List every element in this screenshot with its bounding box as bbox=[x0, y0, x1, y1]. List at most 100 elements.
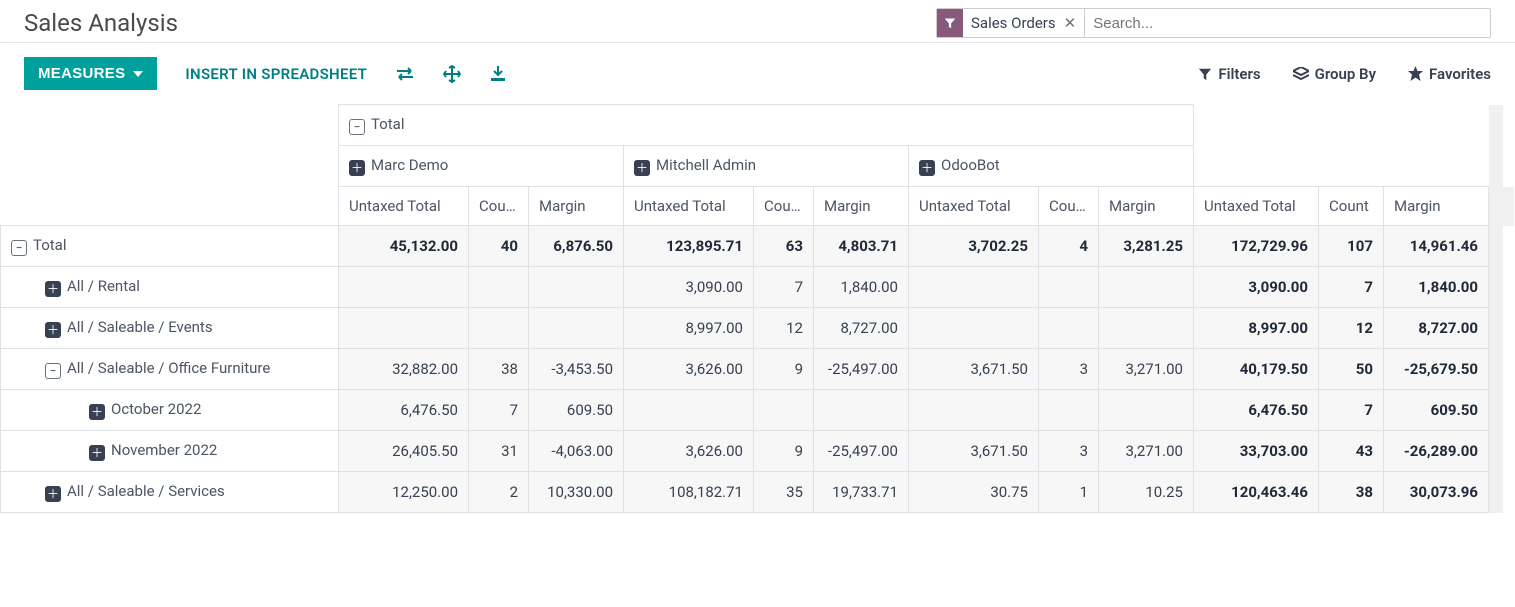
pivot-cell: 12,250.00 bbox=[339, 472, 469, 513]
pivot-cell: 6,876.50 bbox=[529, 226, 624, 267]
pivot-cell bbox=[339, 308, 469, 349]
measure-header[interactable]: Count bbox=[1319, 187, 1384, 226]
pivot-row: ＋October 20226,476.507609.506,476.507609… bbox=[1, 390, 1515, 431]
pivot-cell: 3,271.00 bbox=[1099, 431, 1194, 472]
pivot-cell: -3,453.50 bbox=[529, 349, 624, 390]
pivot-cell: 40,179.50 bbox=[1194, 349, 1319, 390]
pivot-cell: 3,626.00 bbox=[624, 349, 754, 390]
pivot-cell: -25,497.00 bbox=[814, 431, 909, 472]
measures-label: MEASURES bbox=[38, 65, 125, 82]
pivot-cell: 30.75 bbox=[909, 472, 1039, 513]
pivot-cell: 3,090.00 bbox=[624, 267, 754, 308]
pivot-cell: 8,997.00 bbox=[624, 308, 754, 349]
pivot-cell: 108,182.71 bbox=[624, 472, 754, 513]
flip-axis-button[interactable] bbox=[395, 66, 415, 82]
search-input[interactable] bbox=[1085, 9, 1490, 37]
measure-header[interactable]: Untaxed Total bbox=[909, 187, 1039, 226]
pivot-cell bbox=[469, 267, 529, 308]
pivot-cell: 3 bbox=[1039, 349, 1099, 390]
pivot-row: −All / Saleable / Office Furniture32,882… bbox=[1, 349, 1515, 390]
measure-header[interactable]: Margin bbox=[529, 187, 624, 226]
measure-header[interactable]: Untaxed Total bbox=[624, 187, 754, 226]
col-group-header[interactable]: ＋OdooBot bbox=[909, 146, 1194, 187]
col-group-header[interactable]: ＋Marc Demo bbox=[339, 146, 624, 187]
row-header[interactable]: ＋All / Saleable / Services bbox=[1, 472, 339, 513]
pivot-cell bbox=[469, 308, 529, 349]
col-header-total[interactable]: −Total bbox=[339, 105, 1194, 146]
pivot-cell: 6,476.50 bbox=[339, 390, 469, 431]
pivot-cell: 45,132.00 bbox=[339, 226, 469, 267]
pivot-cell: 10.25 bbox=[1099, 472, 1194, 513]
pivot-row: ＋November 202226,405.5031-4,063.003,626.… bbox=[1, 431, 1515, 472]
col-group-header[interactable]: ＋Mitchell Admin bbox=[624, 146, 909, 187]
pivot-cell bbox=[529, 267, 624, 308]
pivot-row: ＋All / Rental3,090.0071,840.003,090.0071… bbox=[1, 267, 1515, 308]
group-by-button[interactable]: Group By bbox=[1293, 65, 1376, 83]
pivot-cell bbox=[1099, 267, 1194, 308]
favorites-button[interactable]: Favorites bbox=[1408, 65, 1491, 83]
pivot-cell: 33,703.00 bbox=[1194, 431, 1319, 472]
measure-header[interactable]: Margin bbox=[814, 187, 909, 226]
measure-header[interactable]: Count bbox=[754, 187, 814, 226]
pivot-cell bbox=[814, 390, 909, 431]
pivot-cell bbox=[1039, 308, 1099, 349]
pivot-cell: 172,729.96 bbox=[1194, 226, 1319, 267]
row-header[interactable]: −All / Saleable / Office Furniture bbox=[1, 349, 339, 390]
pivot-cell: 9 bbox=[754, 349, 814, 390]
row-header[interactable]: ＋October 2022 bbox=[1, 390, 339, 431]
measure-header[interactable]: Untaxed Total bbox=[339, 187, 469, 226]
pivot-cell: 1 bbox=[1039, 472, 1099, 513]
expand-all-button[interactable] bbox=[443, 65, 461, 83]
group-by-label: Group By bbox=[1315, 65, 1376, 83]
pivot-cell: 609.50 bbox=[529, 390, 624, 431]
measure-header[interactable]: Margin bbox=[1099, 187, 1194, 226]
caret-down-icon bbox=[133, 69, 143, 79]
filters-button[interactable]: Filters bbox=[1198, 65, 1260, 83]
measure-header[interactable]: Count bbox=[469, 187, 529, 226]
measure-header[interactable]: Count bbox=[1039, 187, 1099, 226]
pivot-cell: 19,733.71 bbox=[814, 472, 909, 513]
pivot-cell: 1,840.00 bbox=[814, 267, 909, 308]
pivot-cell: 120,463.46 bbox=[1194, 472, 1319, 513]
measures-button[interactable]: MEASURES bbox=[24, 57, 157, 90]
row-header[interactable]: ＋All / Rental bbox=[1, 267, 339, 308]
remove-facet-button[interactable]: ✕ bbox=[1064, 14, 1085, 32]
pivot-cell: 4 bbox=[1039, 226, 1099, 267]
pivot-table: −Total ＋Marc Demo＋Mitchell Admin＋OdooBot… bbox=[0, 104, 1515, 513]
measure-header[interactable]: Untaxed Total bbox=[1194, 187, 1319, 226]
insert-spreadsheet-button[interactable]: INSERT IN SPREADSHEET bbox=[185, 65, 367, 83]
pivot-cell: 4,803.71 bbox=[814, 226, 909, 267]
pivot-cell: 7 bbox=[1319, 390, 1384, 431]
row-header[interactable]: ＋All / Saleable / Events bbox=[1, 308, 339, 349]
favorites-label: Favorites bbox=[1429, 65, 1491, 83]
pivot-cell: 3,271.00 bbox=[1099, 349, 1194, 390]
pivot-cell: 3 bbox=[1039, 431, 1099, 472]
pivot-cell: 31 bbox=[469, 431, 529, 472]
pivot-cell bbox=[1039, 390, 1099, 431]
pivot-cell: 26,405.50 bbox=[339, 431, 469, 472]
pivot-cell: 7 bbox=[1319, 267, 1384, 308]
pivot-cell bbox=[529, 308, 624, 349]
pivot-cell: 30,073.96 bbox=[1384, 472, 1489, 513]
pivot-cell bbox=[624, 390, 754, 431]
pivot-cell: 123,895.71 bbox=[624, 226, 754, 267]
pivot-cell bbox=[909, 267, 1039, 308]
measure-header[interactable]: Margin bbox=[1384, 187, 1489, 226]
filters-label: Filters bbox=[1218, 65, 1260, 83]
pivot-cell bbox=[909, 390, 1039, 431]
pivot-cell: 1,840.00 bbox=[1384, 267, 1489, 308]
row-header[interactable]: −Total bbox=[1, 226, 339, 267]
download-button[interactable] bbox=[489, 66, 507, 82]
pivot-row: ＋All / Saleable / Events8,997.00128,727.… bbox=[1, 308, 1515, 349]
search-bar[interactable]: Sales Orders ✕ bbox=[936, 8, 1491, 38]
pivot-cell bbox=[339, 267, 469, 308]
pivot-cell: 3,281.25 bbox=[1099, 226, 1194, 267]
pivot-cell: 9 bbox=[754, 431, 814, 472]
row-header[interactable]: ＋November 2022 bbox=[1, 431, 339, 472]
pivot-cell: -26,289.00 bbox=[1384, 431, 1489, 472]
pivot-row: −Total45,132.00406,876.50123,895.71634,8… bbox=[1, 226, 1515, 267]
pivot-cell: -25,679.50 bbox=[1384, 349, 1489, 390]
pivot-cell: 12 bbox=[754, 308, 814, 349]
pivot-cell: 14,961.46 bbox=[1384, 226, 1489, 267]
pivot-cell bbox=[909, 308, 1039, 349]
